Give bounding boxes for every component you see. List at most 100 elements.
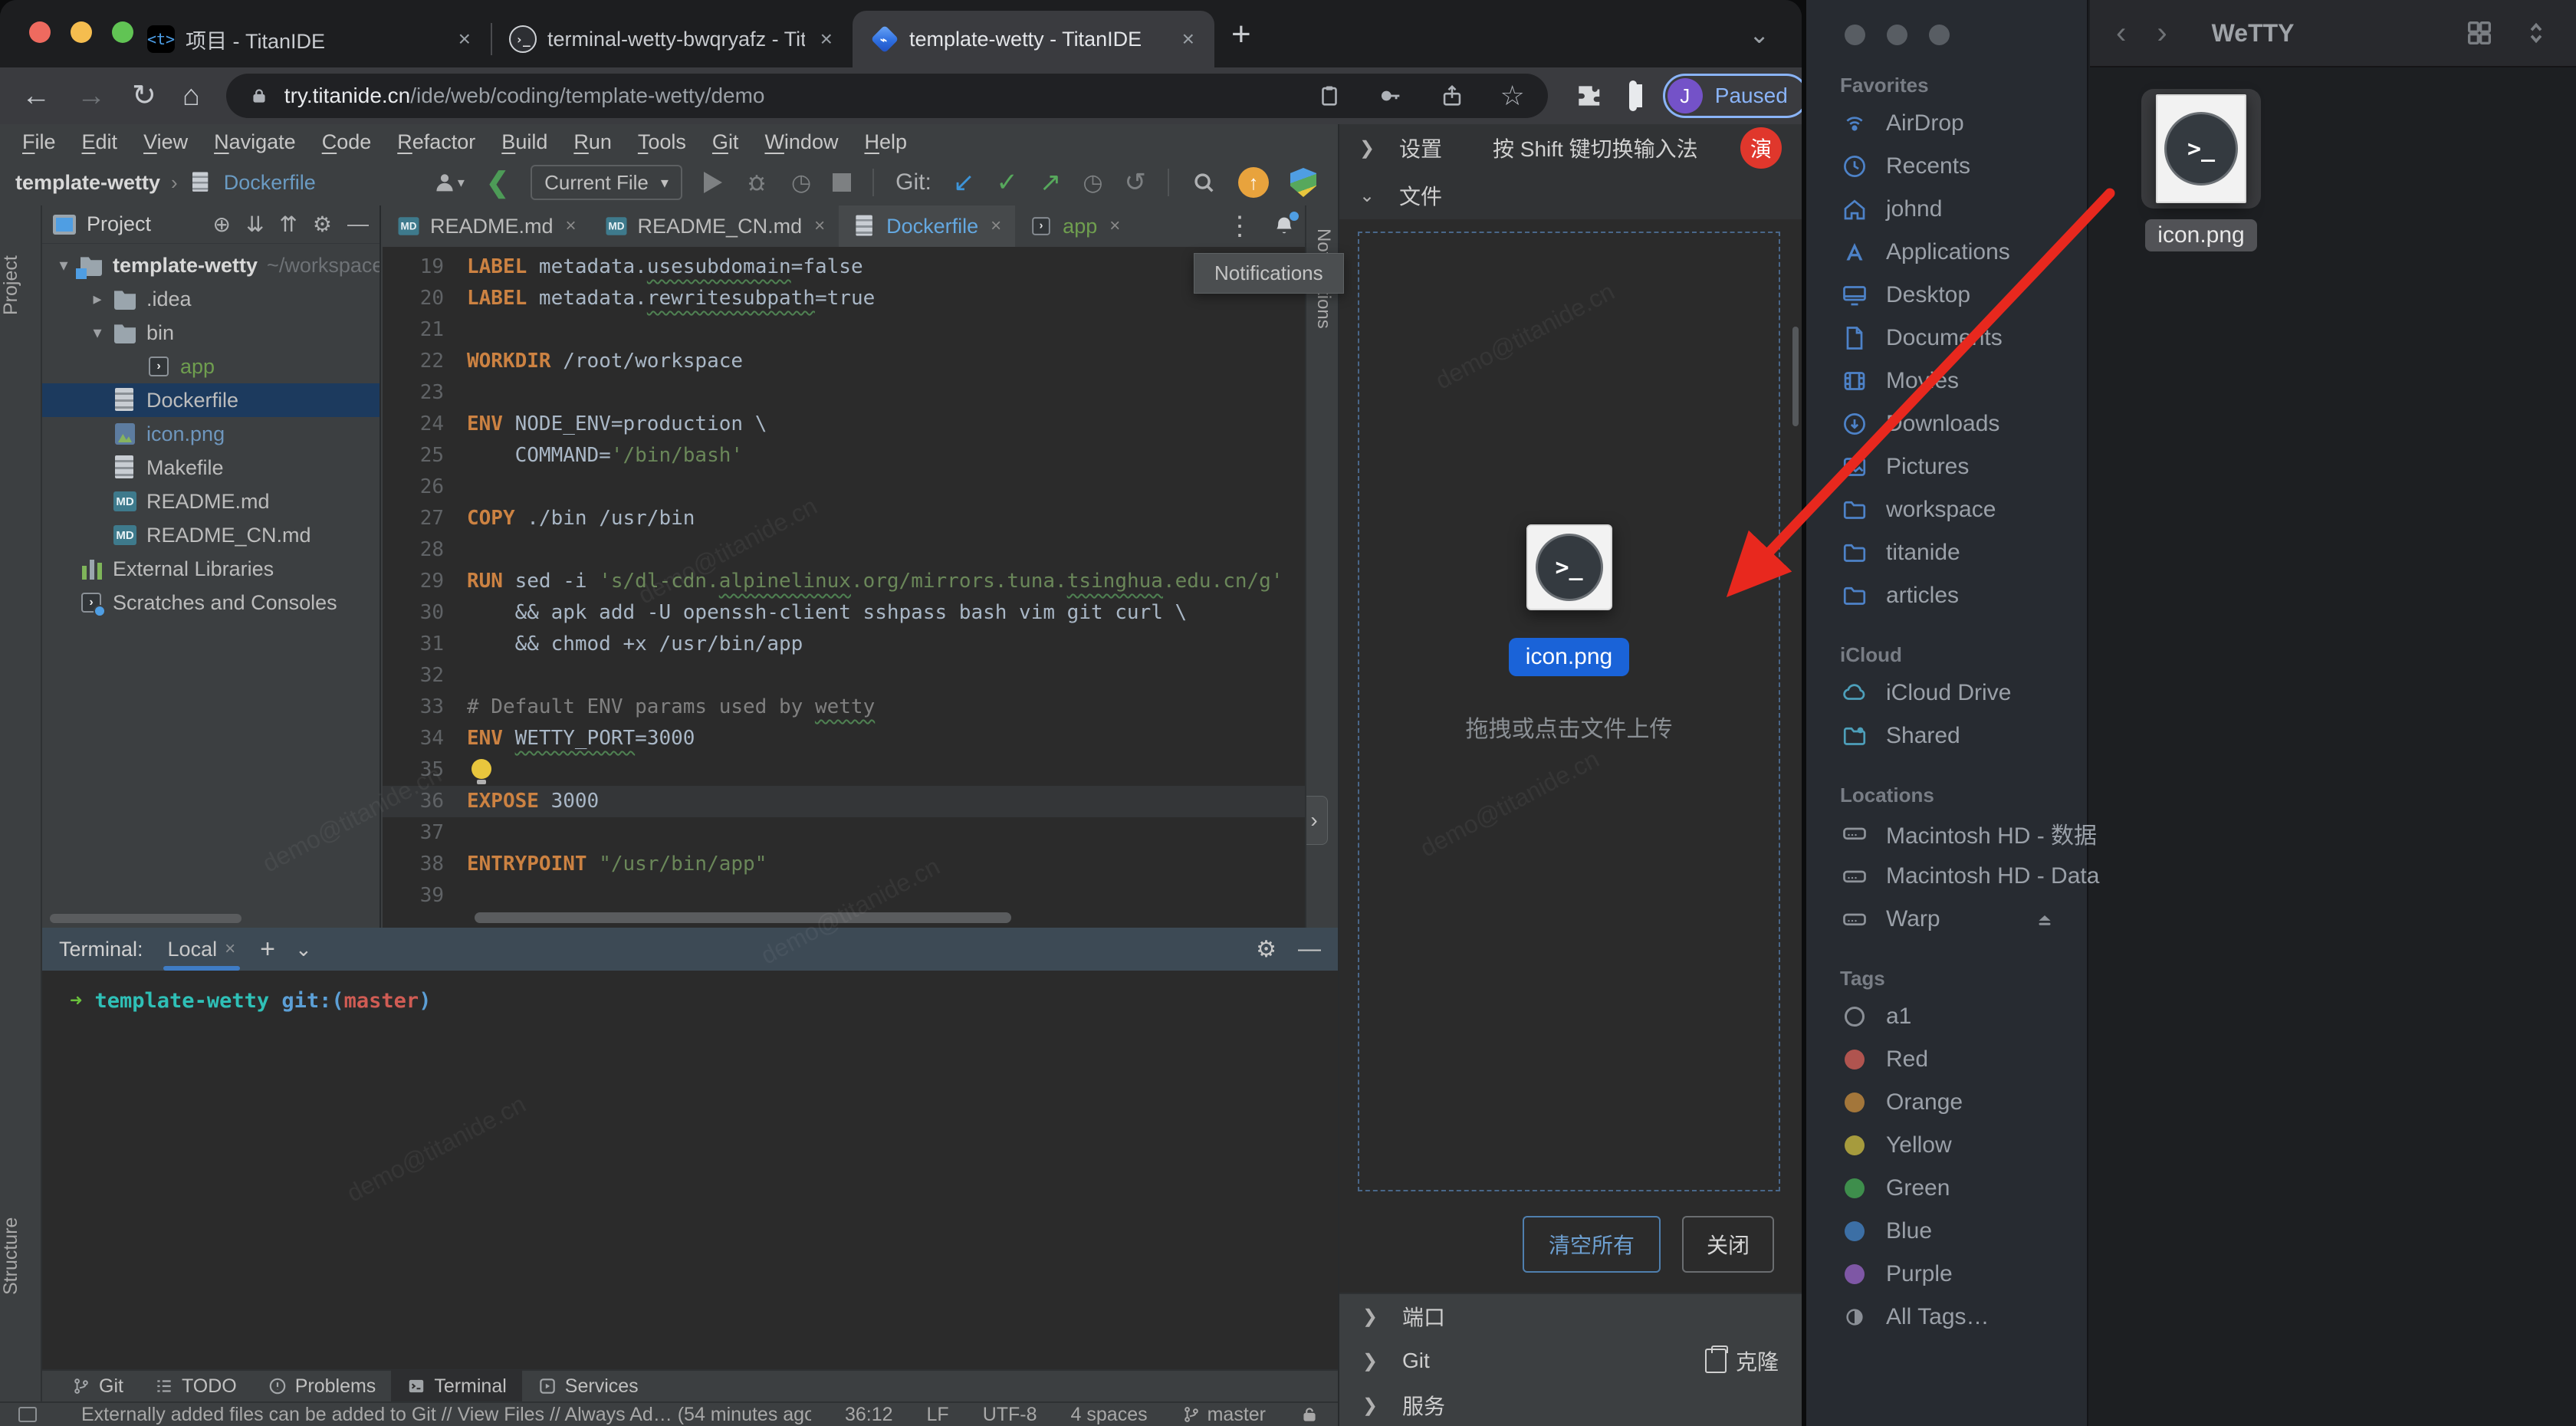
tree-item--idea[interactable]: ▸.idea (42, 282, 380, 316)
menu-tools[interactable]: Tools (625, 130, 699, 154)
address-bar[interactable]: try.titanide.cn/ide/web/coding/template-… (226, 74, 1548, 118)
grid-view-icon[interactable] (2464, 18, 2495, 48)
tool-tab-git[interactable]: Git (56, 1370, 139, 1402)
project-panel-title[interactable]: Project (87, 212, 151, 236)
menu-edit[interactable]: Edit (69, 130, 131, 154)
sidebar-item-shared[interactable]: Shared (1806, 715, 2087, 757)
close-editor-tab-icon[interactable]: × (566, 215, 577, 237)
menu-code[interactable]: Code (309, 130, 385, 154)
code-editor[interactable]: 19LABEL metadata.usesubdomain=false20LAB… (383, 247, 1305, 928)
chevron-closed-icon[interactable]: ▸ (82, 289, 113, 309)
sidebar-item-green[interactable]: Green (1806, 1167, 2087, 1210)
tree-item-bin[interactable]: ▾bin (42, 316, 380, 350)
sidebar-item-titanide[interactable]: titanide (1806, 531, 2087, 574)
tool-tab-structure[interactable]: Structure (0, 1179, 42, 1332)
menu-window[interactable]: Window (751, 130, 851, 154)
sidebar-item-macintosh-hd-[interactable]: Macintosh HD - 数据 (1806, 812, 2087, 855)
tree-item-app[interactable]: ›app (42, 350, 380, 383)
share-icon[interactable] (1439, 83, 1465, 109)
tool-tab-todo[interactable]: TODO (139, 1370, 252, 1402)
menu-run[interactable]: Run (560, 130, 625, 154)
clipboard-icon[interactable] (1316, 83, 1342, 109)
sidebar-item-workspace[interactable]: workspace (1806, 488, 2087, 531)
expand-editor-chevron[interactable]: › (1305, 796, 1328, 845)
sidebar-item-johnd[interactable]: johnd (1806, 188, 2087, 231)
back-button[interactable]: ← (21, 81, 51, 110)
breadcrumb-file[interactable]: Dockerfile (224, 171, 316, 195)
breadcrumb-project[interactable]: template-wetty (15, 171, 160, 195)
section-服务[interactable]: ❯服务 (1339, 1383, 1802, 1426)
section-Git[interactable]: ❯Git克隆 (1339, 1339, 1802, 1383)
sort-chevrons-icon[interactable] (2522, 18, 2550, 48)
profiler-icon[interactable]: ◷ (791, 169, 811, 196)
git-branch-widget[interactable]: master (1181, 1404, 1266, 1426)
new-terminal-icon[interactable]: + (260, 935, 275, 964)
editor-tab-dockerfile[interactable]: Dockerfile× (839, 205, 1015, 247)
sidebar-item-movies[interactable]: Movies (1806, 360, 2087, 402)
git-history-icon[interactable]: ◷ (1083, 169, 1102, 196)
browser-tab[interactable]: <t>项目 - TitanIDE× (129, 11, 491, 67)
git-push-icon[interactable]: ↗ (1040, 167, 1062, 198)
caret-position[interactable]: 36:12 (845, 1404, 893, 1426)
menu-navigate[interactable]: Navigate (201, 130, 309, 154)
close-editor-tab-icon[interactable]: × (814, 215, 825, 237)
editor-tab-readme-cn-md[interactable]: MDREADME_CN.md× (590, 205, 840, 247)
terminal-minimize-icon[interactable]: — (1298, 936, 1321, 963)
close-tab-icon[interactable]: × (816, 27, 837, 51)
sidebar-item-downloads[interactable]: Downloads (1806, 402, 2087, 445)
sidebar-item-all-tags-[interactable]: All Tags… (1806, 1296, 2087, 1339)
uploaded-file-name[interactable]: icon.png (1509, 638, 1629, 676)
menu-git[interactable]: Git (699, 130, 752, 154)
sidebar-item-icloud-drive[interactable]: iCloud Drive (1806, 672, 2087, 715)
sidebar-item-purple[interactable]: Purple (1806, 1253, 2087, 1296)
sidebar-item-documents[interactable]: Documents (1806, 317, 2087, 360)
locate-file-icon[interactable]: ⊕ (212, 212, 230, 237)
close-tab-icon[interactable]: × (454, 27, 475, 51)
home-button[interactable]: ⌂ (182, 81, 200, 110)
ide-services-shield-icon[interactable] (1290, 168, 1316, 197)
settings-section-row[interactable]: ❯ 设置 按 Shift 键切换输入法 演 (1339, 124, 1802, 172)
tree-item-dockerfile[interactable]: Dockerfile (42, 383, 380, 417)
minimize-window-button[interactable] (71, 21, 92, 43)
tree-item-makefile[interactable]: Makefile (42, 451, 380, 485)
editor-tab-readme-md[interactable]: MDREADME.md× (383, 205, 590, 247)
tree-item-template-wetty[interactable]: ▾template-wetty~/workspace (42, 248, 380, 282)
close-editor-tab-icon[interactable]: × (1109, 215, 1120, 237)
profile-button[interactable]: J Paused (1663, 74, 1802, 118)
tree-item-external-libraries[interactable]: External Libraries (42, 552, 380, 586)
close-window-button[interactable] (29, 21, 51, 43)
search-everywhere-icon[interactable] (1191, 169, 1217, 196)
update-available-icon[interactable]: ↑ (1238, 167, 1269, 198)
close-editor-tab-icon[interactable]: × (991, 215, 1001, 237)
sidebar-item-orange[interactable]: Orange (1806, 1081, 2087, 1124)
side-panel-icon[interactable] (1629, 80, 1637, 111)
reload-button[interactable]: ↻ (132, 81, 156, 110)
tab-search-chevron-icon[interactable]: ⌄ (1749, 20, 1769, 49)
close-window-button[interactable] (1845, 25, 1865, 45)
close-terminal-tab-icon[interactable]: × (225, 938, 235, 960)
file-upload-dropzone[interactable]: >_ icon.png 拖拽或点击文件上传 (1358, 232, 1780, 1191)
maximize-window-button[interactable] (1929, 25, 1950, 45)
terminal-output[interactable]: ➜ template-wetty git:(master) (42, 971, 1338, 1031)
terminal-dropdown-icon[interactable]: ⌄ (295, 938, 312, 961)
file-encoding[interactable]: UTF-8 (983, 1404, 1037, 1426)
clear-all-button[interactable]: 清空所有 (1523, 1216, 1661, 1273)
terminal-settings-gear-icon[interactable]: ⚙ (1256, 936, 1276, 963)
project-tree-scrollbar[interactable] (50, 914, 242, 923)
files-section-row[interactable]: ⌄ 文件 (1339, 172, 1802, 219)
tool-tab-problems[interactable]: Problems (252, 1370, 392, 1402)
extensions-puzzle-icon[interactable] (1574, 81, 1603, 110)
collapse-all-icon[interactable]: ⇈ (279, 212, 297, 237)
sidebar-item-warp[interactable]: Warp (1806, 898, 2087, 941)
bookmark-star-icon[interactable]: ☆ (1500, 80, 1525, 112)
menu-help[interactable]: Help (851, 130, 920, 154)
indent-style[interactable]: 4 spaces (1071, 1404, 1148, 1426)
terminal-tab-local[interactable]: Local × (163, 928, 241, 971)
sidebar-item-desktop[interactable]: Desktop (1806, 274, 2087, 317)
password-key-icon[interactable] (1378, 83, 1404, 109)
sidebar-item-articles[interactable]: articles (1806, 574, 2087, 617)
sidebar-item-recents[interactable]: Recents (1806, 145, 2087, 188)
expand-all-icon[interactable]: ⇊ (246, 212, 264, 237)
run-button[interactable] (704, 172, 722, 193)
settings-gear-icon[interactable]: ⚙ (313, 212, 332, 237)
